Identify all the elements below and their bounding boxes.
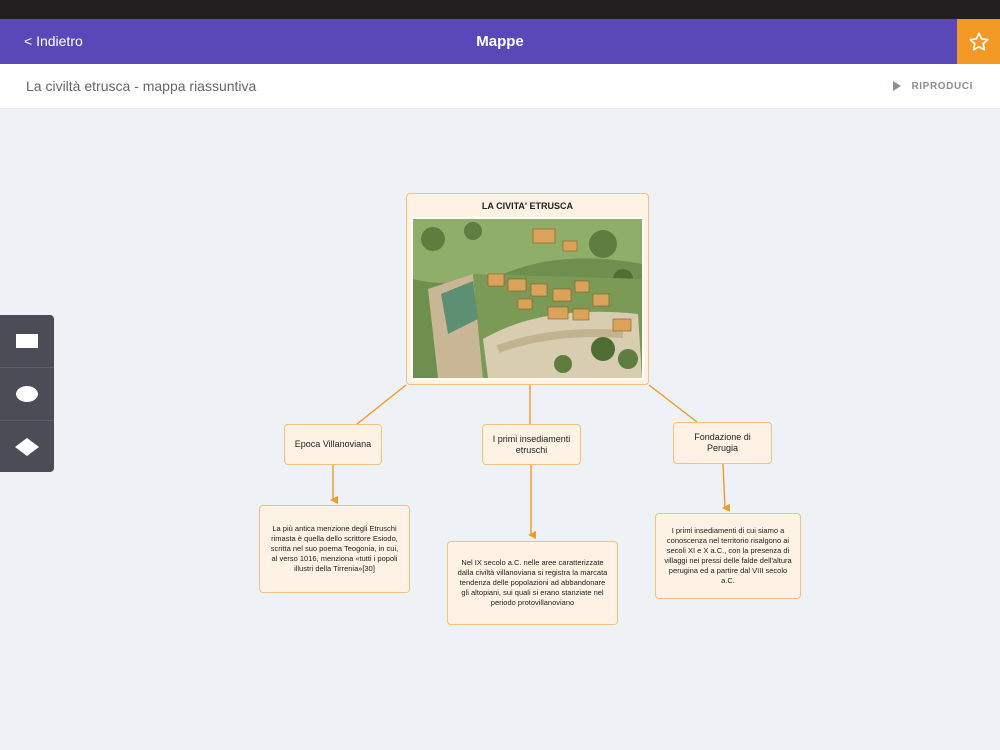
branch-node-label: Epoca Villanoviana — [294, 439, 372, 449]
detail-node-text: La più antica menzione degli Etruschi ri… — [270, 524, 399, 573]
detail-node-epoca-villanoviana[interactable]: La più antica menzione degli Etruschi ri… — [259, 505, 410, 593]
arrow-line — [722, 463, 731, 512]
main-node[interactable]: LA CIVITA' ETRUSCA — [406, 193, 649, 385]
branch-node-epoca-villanoviana[interactable]: Epoca Villanoviana — [284, 424, 382, 465]
branch-node-label: I primi insediamenti etruschi — [492, 433, 571, 455]
branch-node-fondazione-perugia[interactable]: Fondazione di Perugia — [673, 422, 772, 464]
branch-node-primi-insediamenti[interactable]: I primi insediamenti etruschi — [482, 424, 581, 465]
detail-node-text: I primi insediamenti di cui siamo a cono… — [664, 526, 792, 585]
etruscan-town-illustration — [411, 217, 644, 380]
detail-node-fondazione-perugia[interactable]: I primi insediamenti di cui siamo a cono… — [655, 513, 801, 599]
detail-node-text: Nel IX secolo a.C. nelle aree caratteriz… — [457, 558, 608, 607]
branch-node-label: Fondazione di Perugia — [694, 432, 751, 453]
connector-line — [648, 384, 698, 423]
detail-node-primi-insediamenti[interactable]: Nel IX secolo a.C. nelle aree caratteriz… — [447, 541, 618, 625]
connector-line — [356, 384, 407, 425]
main-node-title: LA CIVITA' ETRUSCA — [481, 201, 574, 211]
